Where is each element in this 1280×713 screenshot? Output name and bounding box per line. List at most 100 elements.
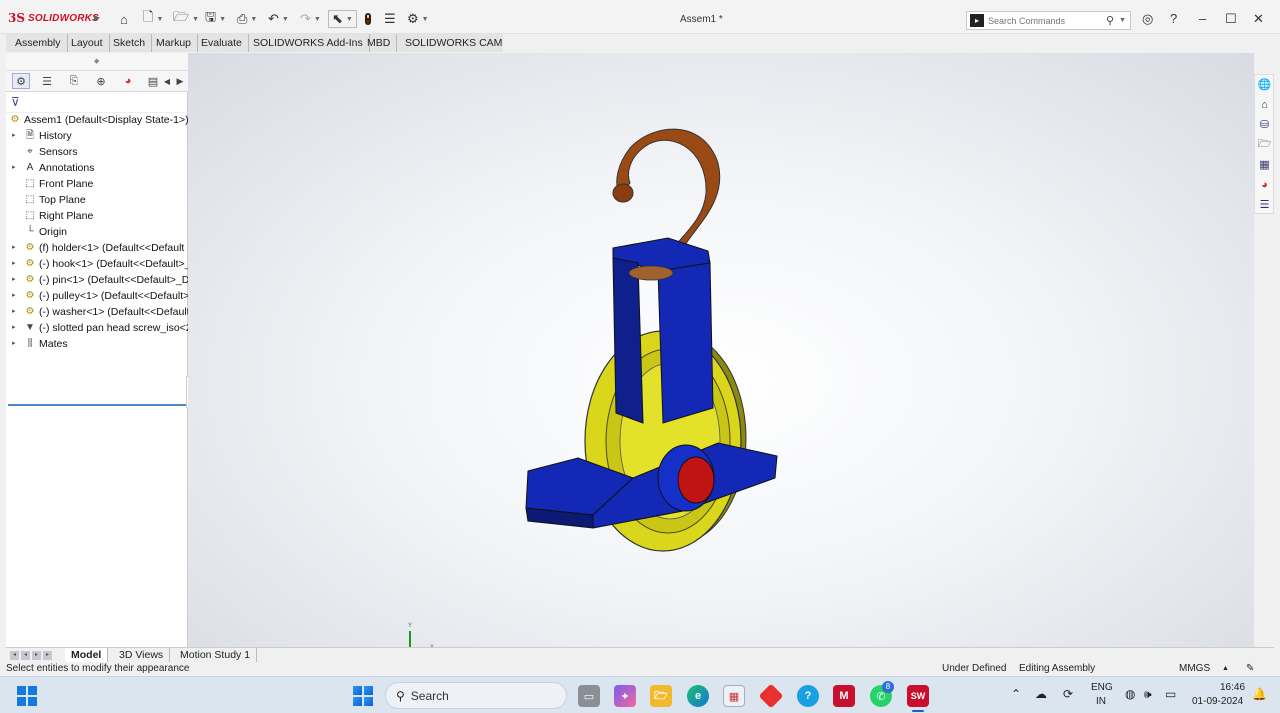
view-palette-icon[interactable]: ▦ — [1257, 157, 1272, 172]
tree-item[interactable]: ▸ ⚙ (-) pin<1> (Default<<Default>_D — [6, 272, 188, 288]
custom-properties-icon[interactable]: ☰ — [1257, 197, 1272, 212]
undo-icon[interactable]: ↶ ▼ — [268, 10, 289, 28]
next-tab-icon[interactable]: ▸ — [32, 651, 41, 660]
expand-arrow-icon[interactable]: ▸ — [12, 256, 16, 272]
battery-icon[interactable]: ▭ — [1165, 687, 1176, 701]
tab-sketch[interactable]: Sketch — [107, 34, 153, 52]
taskbar-search[interactable]: ⚲ Search — [385, 682, 567, 709]
tree-item[interactable]: ▸ ⫼ Mates — [6, 336, 188, 352]
select-icon[interactable]: ⬉ ▼ — [328, 10, 357, 28]
tab-3d-views[interactable]: 3D Views — [113, 648, 171, 663]
mcafee-icon[interactable]: M — [833, 685, 855, 707]
tree-rollback-bar[interactable] — [8, 404, 186, 406]
expand-arrow-icon[interactable]: ▸ — [12, 272, 16, 288]
search-input[interactable] — [988, 15, 1106, 26]
tab-mbd[interactable]: MBD — [361, 34, 398, 52]
expand-arrow-icon[interactable]: ▸ — [12, 160, 16, 176]
expand-arrow-icon[interactable]: ▸ — [12, 240, 16, 256]
pulley-assembly-model[interactable] — [518, 123, 788, 563]
clock-date[interactable]: 01-09-2024 — [1192, 696, 1243, 707]
options-gear-icon[interactable]: ⚙ ▼ — [407, 10, 429, 28]
solidworks-logo[interactable]: 3S SOLIDWORKS — [8, 10, 99, 26]
feature-manager-tab-icon[interactable]: ⚙ — [12, 73, 30, 89]
clock-time[interactable]: 16:46 — [1220, 682, 1245, 693]
help-app-icon[interactable]: ? — [797, 685, 819, 707]
tab-layout[interactable]: Layout — [65, 34, 110, 52]
solidworks-resources-icon[interactable]: 🌐 — [1257, 77, 1272, 92]
design-library-icon[interactable]: ⛁ — [1257, 117, 1272, 132]
save-icon[interactable]: 🖫 ▼ — [205, 9, 226, 28]
tab-markup[interactable]: Markup — [150, 34, 199, 52]
search-dropdown-icon[interactable]: ▼ — [1119, 17, 1126, 24]
configuration-manager-tab-icon[interactable]: ⎘ — [65, 73, 83, 89]
first-tab-icon[interactable]: ◂ — [10, 651, 19, 660]
tab-assembly[interactable]: Assembly — [9, 34, 68, 52]
tree-item[interactable]: ▸ ⚙ (-) washer<1> (Default<<Default — [6, 304, 188, 320]
volume-icon[interactable]: 🕪 — [1144, 687, 1152, 702]
onedrive-icon[interactable]: ☁ — [1035, 687, 1047, 701]
notifications-icon[interactable]: 🔔 — [1252, 687, 1267, 701]
units-dropdown-icon[interactable]: ▲ — [1222, 665, 1229, 672]
new-document-icon[interactable]: 🗋 ▼ — [143, 9, 163, 28]
edge-browser-icon[interactable]: e — [687, 685, 709, 707]
tree-item[interactable]: ⌖ Sensors — [6, 144, 188, 160]
tree-item[interactable]: ▸ ▼ (-) slotted pan head screw_iso<2 — [6, 320, 188, 336]
tree-item[interactable]: ▸ ⚙ (-) pulley<1> (Default<<Default> — [6, 288, 188, 304]
search-icon[interactable]: ⚲ — [1106, 14, 1114, 27]
rebuild-icon[interactable] — [364, 10, 372, 28]
search-commands[interactable]: ▸ ⚲ ▼ — [966, 11, 1131, 30]
tab-evaluate[interactable]: Evaluate — [195, 34, 249, 52]
tree-item[interactable]: ▸ ⚙ (f) holder<1> (Default<<Default — [6, 240, 188, 256]
file-explorer-taskbar-icon[interactable]: 🗁 — [650, 685, 672, 707]
expand-arrow-icon[interactable]: ▸ — [12, 304, 16, 320]
tree-item[interactable]: ⬚ Front Plane — [6, 176, 188, 192]
maximize-icon[interactable]: ☐ — [1225, 11, 1237, 27]
solidworks-taskbar-icon[interactable]: SW — [907, 685, 929, 707]
show-hidden-icons[interactable]: ⌃ — [1011, 687, 1021, 701]
tree-item[interactable]: └ Origin — [6, 224, 188, 240]
tab-add-ins[interactable]: SOLIDWORKS Add-Ins — [247, 34, 370, 52]
expand-arrow-icon[interactable]: ▸ — [12, 128, 16, 144]
last-tab-icon[interactable]: ▸ — [43, 651, 52, 660]
network-icon[interactable]: ◍ — [1125, 687, 1135, 701]
language-line2[interactable]: IN — [1096, 696, 1106, 707]
tab-scroll-right-icon[interactable]: ▶ — [171, 73, 189, 89]
language-line1[interactable]: ENG — [1091, 682, 1113, 693]
copilot-icon[interactable]: ✦ — [614, 685, 636, 707]
microsoft-store-icon[interactable]: ▦ — [723, 685, 745, 707]
open-folder-icon[interactable]: 🗁 ▼ — [173, 9, 199, 28]
panel-collapse-handle[interactable]: ◆ — [6, 53, 188, 71]
file-explorer-icon[interactable]: 🗁 — [1257, 137, 1272, 152]
quick-tips-icon[interactable]: ✎ — [1246, 663, 1254, 674]
task-view-icon[interactable]: ▭ — [578, 685, 600, 707]
left-windows-icon[interactable] — [17, 686, 37, 706]
menu-expand-icon[interactable]: ▶ — [94, 13, 100, 22]
close-icon[interactable]: ✕ — [1253, 11, 1264, 27]
home-icon[interactable]: ⌂ — [120, 10, 128, 28]
tree-item[interactable]: ⬚ Right Plane — [6, 208, 188, 224]
tab-motion-study[interactable]: Motion Study 1 — [174, 648, 258, 663]
expand-arrow-icon[interactable]: ▸ — [12, 288, 16, 304]
file-properties-icon[interactable]: ☰ — [384, 10, 396, 28]
minimize-icon[interactable]: – — [1199, 11, 1206, 26]
tree-item[interactable]: ▸ A Annotations — [6, 160, 188, 176]
display-manager-tab-icon[interactable]: ◕ — [119, 73, 137, 89]
dimxpert-tab-icon[interactable]: ⊕ — [92, 73, 110, 89]
prev-tab-icon[interactable]: ◂ — [21, 651, 30, 660]
expand-arrow-icon[interactable]: ▸ — [12, 336, 16, 352]
print-icon[interactable]: ⎙ ▼ — [237, 10, 257, 28]
home-pane-icon[interactable]: ⌂ — [1257, 97, 1272, 112]
user-account-icon[interactable]: ◎ — [1142, 11, 1153, 27]
tab-model[interactable]: Model — [65, 648, 109, 663]
anydesk-icon[interactable] — [758, 683, 784, 709]
tree-item[interactable]: ▸ 🗎 History — [6, 128, 188, 144]
redo-icon[interactable]: ↷ ▼ — [300, 10, 321, 28]
tree-item[interactable]: ▸ ⚙ (-) hook<1> (Default<<Default>_ — [6, 256, 188, 272]
expand-arrow-icon[interactable]: ▸ — [12, 320, 16, 336]
help-icon[interactable]: ? — [1170, 11, 1177, 26]
property-manager-tab-icon[interactable]: ☰ — [38, 73, 56, 89]
start-menu-icon[interactable] — [353, 686, 373, 706]
tree-item[interactable]: ⬚ Top Plane — [6, 192, 188, 208]
tree-root-assembly[interactable]: ⚙ Assem1 (Default<Display State-1>) — [6, 112, 188, 128]
tab-cam[interactable]: SOLIDWORKS CAM — [399, 34, 508, 52]
